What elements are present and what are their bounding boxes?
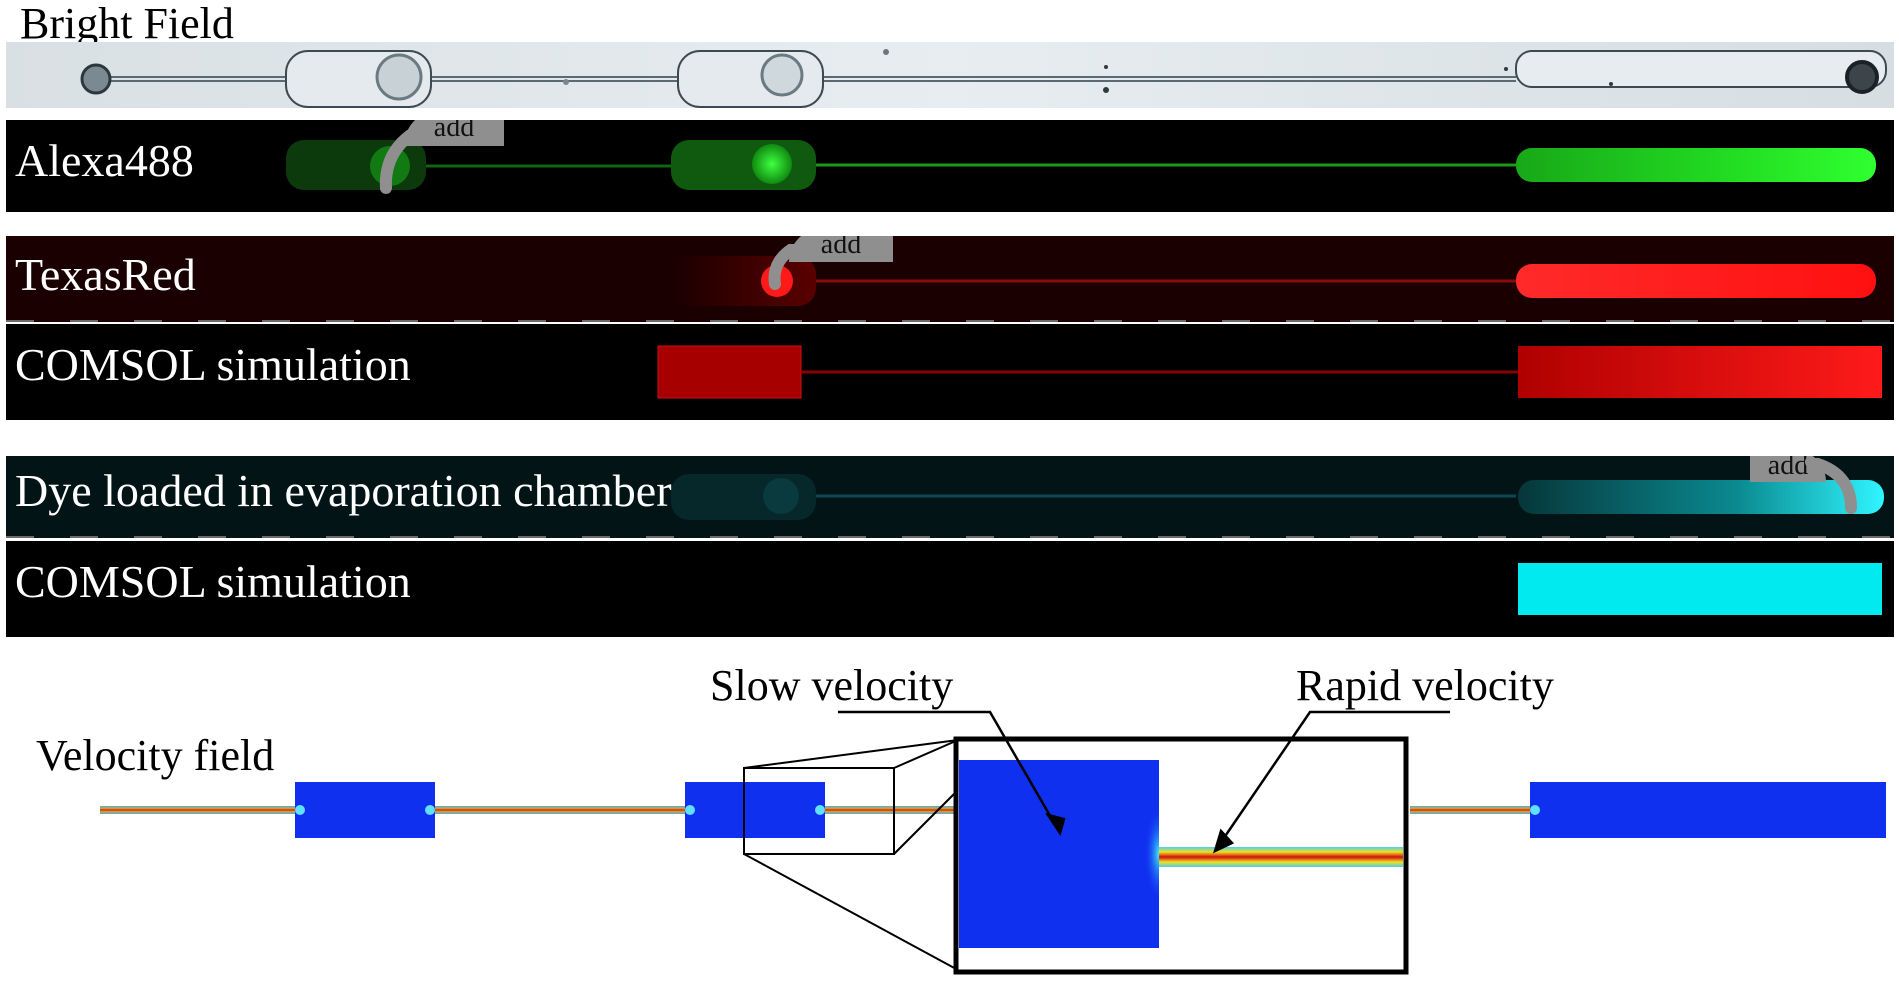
dye-evap-title: Dye loaded in evaporation chamber bbox=[15, 465, 672, 516]
dye-evap-panel: Dye loaded in evaporation chamber add bbox=[6, 456, 1894, 538]
zoom-inset bbox=[953, 736, 1409, 975]
comsol-cyan-panel: COMSOL simulation bbox=[6, 541, 1894, 637]
texasred-title: TexasRed bbox=[15, 249, 196, 300]
comsol-red-title: COMSOL simulation bbox=[15, 339, 411, 390]
texasred-add-arrow bbox=[768, 244, 807, 290]
dye-evap-add-arrow bbox=[1805, 458, 1857, 514]
dye-evap-divider bbox=[6, 536, 1894, 538]
bright-field-image bbox=[6, 42, 1894, 108]
rapid-velocity-label: Rapid velocity bbox=[1296, 661, 1554, 710]
alexa488-title: Alexa488 bbox=[15, 135, 194, 186]
texasred-divider bbox=[6, 320, 1894, 322]
alexa488-image bbox=[286, 140, 1876, 190]
texasred-image bbox=[671, 256, 1876, 306]
alexa488-add-arrow bbox=[379, 130, 424, 194]
alexa488-panel: Alexa488 add bbox=[6, 120, 1894, 212]
comsol-cyan-title: COMSOL simulation bbox=[15, 556, 411, 607]
slow-velocity-label: Slow velocity bbox=[710, 661, 954, 710]
comsol-red-panel: COMSOL simulation bbox=[6, 324, 1894, 420]
texasred-panel: TexasRed add bbox=[6, 236, 1894, 322]
zoom-lines bbox=[743, 739, 959, 971]
velocity-field-title: Velocity field bbox=[36, 731, 275, 780]
bright-field-panel bbox=[6, 42, 1894, 108]
